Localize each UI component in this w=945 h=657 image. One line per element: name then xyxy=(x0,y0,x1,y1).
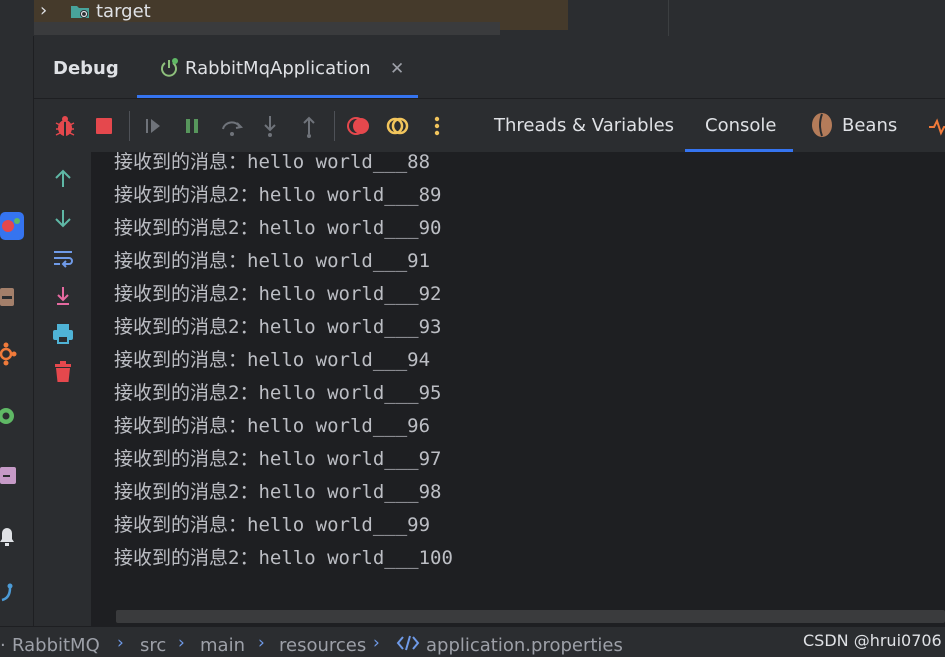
console-output[interactable]: 接收到的消息：hello world___88 接收到的消息2：hello wo… xyxy=(92,152,945,626)
debug-toolbar: Threads & Variables Console Beans xyxy=(34,98,945,152)
soft-wrap-icon[interactable] xyxy=(51,246,75,270)
print-icon[interactable] xyxy=(51,322,75,346)
console-line: 接收到的消息2：hello world___98 xyxy=(114,481,442,503)
notifications-bell-icon[interactable] xyxy=(0,520,24,548)
debug-panel-title: Debug xyxy=(53,58,119,79)
breadcrumb-dot: · xyxy=(0,635,6,656)
csdn-watermark: CSDN @hrui0706 xyxy=(803,631,942,650)
view-breakpoints-icon[interactable] xyxy=(346,113,372,139)
console-line: 接收到的消息2：hello world___93 xyxy=(114,316,442,338)
console-line: 接收到的消息：hello world___96 xyxy=(114,415,431,437)
breadcrumb-item-src[interactable]: src xyxy=(140,635,166,656)
tree-divider xyxy=(668,0,669,36)
run-tab-label: RabbitMqApplication xyxy=(185,58,371,79)
properties-file-icon xyxy=(396,635,420,651)
status-bar: · RabbitMQ › src › main › resources › ap… xyxy=(0,626,945,657)
console-side-toolbar xyxy=(34,152,92,626)
console-horizontal-scrollbar[interactable] xyxy=(116,610,945,623)
arrow-up-icon[interactable] xyxy=(51,167,75,191)
rerun-debug-icon[interactable] xyxy=(52,113,78,139)
services-tool-icon[interactable] xyxy=(0,340,24,368)
more-options-icon[interactable] xyxy=(424,113,450,139)
console-line: 接收到的消息2：hello world___97 xyxy=(114,448,442,470)
close-icon[interactable]: ✕ xyxy=(390,59,404,79)
debug-header: Debug RabbitMqApplication ✕ xyxy=(34,38,945,98)
step-over-icon[interactable] xyxy=(219,113,245,139)
console-line: 接收到的消息：hello world___88 xyxy=(114,152,431,173)
pause-icon[interactable] xyxy=(179,113,205,139)
activity-bar xyxy=(0,36,34,626)
mute-breakpoints-icon[interactable] xyxy=(385,113,411,139)
step-into-icon[interactable] xyxy=(257,113,283,139)
spring-boot-icon xyxy=(161,58,178,77)
toolbar-separator xyxy=(334,111,335,141)
arrow-down-icon[interactable] xyxy=(51,206,75,230)
scroll-to-end-icon[interactable] xyxy=(51,284,75,308)
database-tool-icon[interactable] xyxy=(0,284,24,312)
breadcrumb-item-project[interactable]: RabbitMQ xyxy=(12,635,100,656)
console-line: 接收到的消息2：hello world___90 xyxy=(114,217,442,239)
chevron-right-icon: › xyxy=(258,633,265,653)
console-line: 接收到的消息2：hello world___89 xyxy=(114,184,442,206)
chevron-right-icon[interactable]: › xyxy=(40,0,47,21)
tab-rabbitmq-application[interactable]: RabbitMqApplication ✕ xyxy=(137,38,418,98)
project-tree-strip: › target xyxy=(0,0,945,38)
breadcrumb-item-resources[interactable]: resources xyxy=(279,635,366,656)
git-branch-icon[interactable] xyxy=(0,578,24,606)
console-line: 接收到的消息2：hello world___92 xyxy=(114,283,442,305)
beans-icon xyxy=(812,113,832,137)
console-line: 接收到的消息：hello world___94 xyxy=(114,349,431,371)
console-line: 接收到的消息：hello world___99 xyxy=(114,514,431,536)
endpoints-icon[interactable] xyxy=(929,113,945,139)
stop-icon[interactable] xyxy=(91,113,117,139)
resume-program-icon[interactable] xyxy=(140,113,166,139)
debug-tool-icon[interactable] xyxy=(0,212,24,240)
console-line: 接收到的消息：hello world___91 xyxy=(114,250,431,272)
chevron-right-icon: › xyxy=(178,633,185,653)
console-lines: 接收到的消息：hello world___88 接收到的消息2：hello wo… xyxy=(114,152,453,575)
tab-beans[interactable]: Beans xyxy=(842,115,897,136)
chevron-right-icon: › xyxy=(117,633,124,653)
step-out-icon[interactable] xyxy=(296,113,322,139)
toolbar-separator xyxy=(129,111,130,141)
console-line: 接收到的消息2：hello world___100 xyxy=(114,547,453,569)
console-line: 接收到的消息2：hello world___95 xyxy=(114,382,442,404)
tab-threads-variables[interactable]: Threads & Variables xyxy=(494,115,674,136)
tab-console[interactable]: Console xyxy=(705,115,776,136)
terminal-tool-icon[interactable] xyxy=(0,462,24,490)
excluded-folder-icon xyxy=(71,6,89,18)
settings-gear-icon[interactable] xyxy=(0,402,24,430)
tree-row-label: target xyxy=(96,1,151,22)
breadcrumb-item-file[interactable]: application.properties xyxy=(426,635,623,656)
clear-all-trash-icon[interactable] xyxy=(51,360,75,384)
chevron-right-icon: › xyxy=(373,633,380,653)
tree-horizontal-scrollbar[interactable] xyxy=(34,22,500,35)
breadcrumb-item-main[interactable]: main xyxy=(200,635,245,656)
